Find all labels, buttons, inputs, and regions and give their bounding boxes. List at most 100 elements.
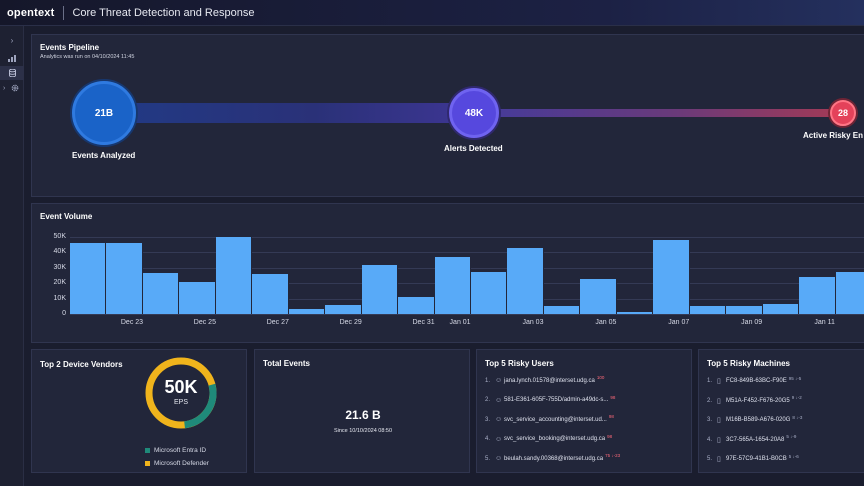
risk-score: 98 [608,414,614,419]
entity-name[interactable]: 581-E361-605F-755D/admin-a49dc-s... [504,397,608,403]
entity-name[interactable]: beulah.sandy.00368@interset.udg.ca [504,456,603,462]
risky-machine-row[interactable]: 1. ▯ FC8-849B-63BC-F90E 95 ↓-5 [707,375,802,386]
x-tick-label: Jan 09 [741,319,763,326]
risk-score: 9 ↓-2 [791,395,802,400]
row-rank: 3. [485,416,491,423]
risk-score: 100 [596,375,605,380]
risky-user-row[interactable]: 5. ☺ beulah.sandy.00368@interset.udg.ca 75 … [485,453,621,462]
risky-user-row[interactable]: 1. ☺ jana.lynch.01578@interset.udg.ca 100 [485,375,605,384]
sidebar: › › [0,26,24,486]
chart-gridline [70,252,864,254]
risky-machine-row[interactable]: 5. ▯ 97E-57C9-41B1-B0CB 5 ↓-6 [707,453,799,464]
legend-label: Microsoft Defender [154,460,209,467]
x-tick-label: Dec 23 [120,319,144,326]
machine-icon: ▯ [717,456,721,463]
machine-icon: ▯ [717,417,721,424]
entity-name[interactable]: jana.lynch.01578@interset.udg.ca [504,378,595,384]
risky-machine-row[interactable]: 4. ▯ 3C7-565A-1654-20A8 5 ↓-9 [707,434,797,444]
volume-bar[interactable] [325,304,362,314]
settings-gear-icon[interactable]: › [0,81,24,95]
volume-bar[interactable] [288,308,326,314]
entity-name[interactable]: 97E-57C9-41B1-B0CB [726,456,787,462]
volume-bar[interactable] [543,306,581,314]
risky-machine-row[interactable]: 3. ▯ M16B-B589-A676-020G 8 ↓-3 [707,415,802,425]
volume-bar[interactable] [252,273,289,314]
row-rank: 4. [707,436,713,443]
risk-score: 75 ↓-23 [605,453,621,458]
volume-bar[interactable] [835,272,864,314]
entity-name[interactable]: svc_service_accounting@interset.ud... [504,417,607,423]
entity-name[interactable]: svc_service_booking@interset.udg.ca [504,436,605,442]
legend-swatch [145,448,150,453]
row-rank: 3. [707,417,713,423]
risky-machine-row[interactable]: 2. ▯ M51A-F452-F676-20G5 9 ↓-2 [707,395,802,405]
volume-bar[interactable] [179,282,216,314]
analytics-run-time: Analytics was run on 04/10/2024 11:45 [40,54,135,60]
x-tick-label: Dec 27 [266,319,289,326]
y-tick-label: 40K [53,248,66,256]
entity-name[interactable]: FC8-849B-63BC-F90E [726,378,787,384]
events-analyzed-node[interactable]: 21B [72,81,136,145]
y-tick-label: 50K [53,233,66,240]
volume-bar[interactable] [106,243,143,314]
volume-bar[interactable] [142,273,180,314]
device-vendors-panel: Top 2 Device Vendors 50K EPS Microsoft E… [31,349,247,473]
volume-bar[interactable] [361,264,399,314]
expand-chevron-icon[interactable]: › [0,33,24,47]
volume-bar[interactable] [70,243,107,314]
panel-title: Top 5 Risky Machines [707,359,790,368]
x-tick-label: Jan 05 [595,319,617,326]
volume-bar[interactable] [799,277,836,314]
row-rank: 1. [707,378,713,384]
chevron-right-icon: › [3,84,6,92]
entity-name[interactable]: M51A-F452-F676-20G5 [726,398,790,404]
opentext-logo[interactable]: opentext [0,7,54,19]
row-rank: 1. [485,377,491,384]
user-icon: ☺ [495,455,503,462]
x-tick-label: Jan 11 [814,319,835,326]
volume-bar[interactable] [689,306,727,314]
risky-user-row[interactable]: 4. ☺ svc_service_booking@interset.udg.ca 98 [485,434,612,443]
risk-score: 5 ↓-9 [786,434,797,439]
node-label: Active Risky En [803,131,864,140]
volume-bar[interactable] [434,257,471,314]
entity-name[interactable]: M16B-B589-A676-020G [726,417,790,423]
user-icon: ☺ [495,377,503,384]
top-bar: opentext Core Threat Detection and Respo… [0,0,864,26]
risky-user-row[interactable]: 2. ☺ 581-E361-605F-755D/admin-a49dc-s... 98 [485,395,615,404]
node-label: Events Analyzed [72,151,136,160]
volume-bar[interactable] [726,305,763,314]
bar-chart-icon[interactable] [0,51,24,65]
risk-score: 5 ↓-6 [788,453,799,459]
x-tick-label: Dec 29 [339,319,362,326]
active-risky-entities-node[interactable]: 28 [830,100,856,126]
legend-item: Microsoft Entra ID [145,447,206,454]
y-tick-label: 10K [53,294,66,302]
risky-users-panel: Top 5 Risky Users 1. ☺ jana.lynch.01578@in… [476,349,692,473]
risky-user-row[interactable]: 3. ☺ svc_service_accounting@interset.ud...… [485,414,614,423]
alerts-detected-node[interactable]: 48K [449,88,499,138]
user-icon: ☺ [495,435,503,443]
y-tick-label: 20K [53,279,66,287]
header-divider [63,5,65,20]
donut-center-value: 50K [164,377,198,397]
total-events-since: Since 10/10/2024 08:50 [333,428,393,434]
risk-score: 95 ↓-5 [788,375,802,381]
node-label: Alerts Detected [444,144,503,153]
row-rank: 5. [485,455,491,462]
volume-bar[interactable] [507,247,544,314]
volume-bar[interactable] [616,312,654,314]
y-tick-label: 30K [53,263,66,271]
y-tick-label: 0 [62,310,66,317]
volume-bar[interactable] [398,297,435,314]
database-icon[interactable] [0,66,24,80]
panel-title: Total Events [263,359,310,368]
volume-bar[interactable] [580,278,617,314]
volume-bar[interactable] [653,240,690,314]
entity-name[interactable]: 3C7-565A-1654-20A8 [726,437,784,443]
volume-bar[interactable] [762,303,800,314]
legend-swatch [145,461,150,466]
volume-bar[interactable] [215,237,253,314]
volume-bar[interactable] [471,271,508,314]
events-pipeline-panel: Events Pipeline Analytics was run on 04/… [31,34,864,197]
